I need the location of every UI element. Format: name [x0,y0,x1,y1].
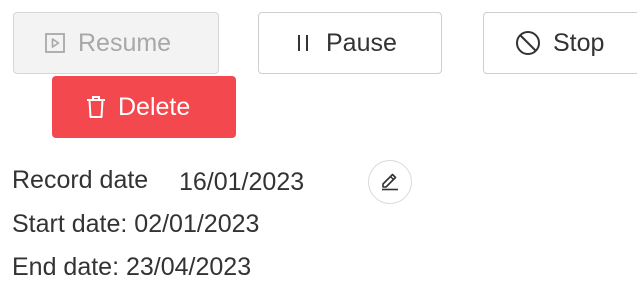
stop-button-label: Stop [553,28,605,57]
stop-button[interactable]: Stop [483,12,637,74]
edit-record-date-button[interactable] [368,160,412,204]
delete-button[interactable]: Delete [52,76,236,138]
pause-button-label: Pause [326,28,397,57]
resume-button[interactable]: Resume [13,12,219,74]
pause-button[interactable]: Pause [258,12,442,74]
play-square-icon [44,32,66,54]
trash-icon [86,95,106,119]
pencil-icon [379,169,401,196]
pause-icon [292,32,314,54]
start-date: Start date: 02/01/2023 [12,210,260,238]
resume-button-label: Resume [78,28,172,57]
delete-button-label: Delete [118,92,191,121]
record-date-value: 16/01/2023 [179,168,305,196]
record-date-label: Record date [12,166,149,194]
stop-circle-icon [515,30,541,56]
